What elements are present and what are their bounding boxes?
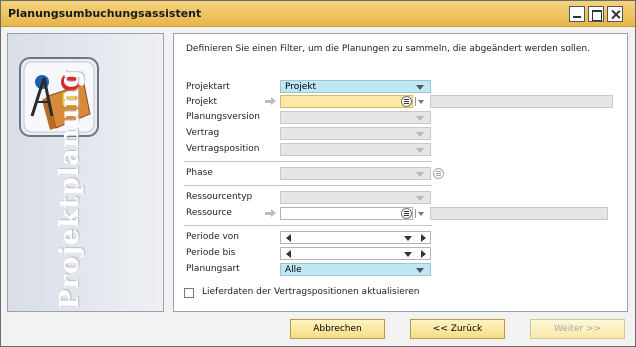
vertragsposition-label: Vertragsposition <box>186 144 260 154</box>
choose-from-list-icon[interactable] <box>401 96 412 107</box>
chevron-down-icon <box>416 196 424 201</box>
back-button-label: << Zurück <box>432 324 483 334</box>
ressource-input[interactable] <box>280 207 413 220</box>
intro-text: Definieren Sie einen Filter, um die Plan… <box>186 44 590 54</box>
next-button[interactable]: Weiter >> <box>530 319 625 339</box>
side-vertical-title: Projektplanung <box>55 68 85 309</box>
minimize-icon[interactable] <box>569 6 585 22</box>
chevron-down-icon <box>416 148 424 153</box>
chevron-down-icon <box>416 132 424 137</box>
divider <box>184 185 432 186</box>
divider <box>184 161 432 162</box>
planungsart-value: Alle <box>285 265 302 275</box>
chevron-down-icon[interactable] <box>404 252 412 257</box>
periode-bis-selector[interactable] <box>280 247 431 260</box>
periode-von-selector[interactable] <box>280 231 431 244</box>
link-arrow-icon[interactable] <box>265 97 276 106</box>
projektart-value: Projekt <box>285 82 317 92</box>
previous-arrow-icon[interactable] <box>286 234 291 242</box>
planungsart-select[interactable]: Alle <box>280 263 431 276</box>
projektart-label: Projektart <box>186 82 230 92</box>
vertrag-select[interactable] <box>280 127 431 140</box>
projekt-name-field <box>430 95 613 108</box>
next-arrow-icon[interactable] <box>421 234 426 242</box>
chevron-down-icon[interactable] <box>404 236 412 241</box>
periode-von-label: Periode von <box>186 232 239 242</box>
phase-label: Phase <box>186 168 213 178</box>
back-button[interactable]: << Zurück <box>410 319 505 339</box>
planungsart-label: Planungsart <box>186 264 240 274</box>
divider <box>415 97 416 106</box>
title-bar[interactable]: Planungsumbuchungsassistent <box>1 1 635 27</box>
close-icon[interactable] <box>607 6 623 22</box>
divider <box>415 209 416 218</box>
ressourcentyp-label: Ressourcentyp <box>186 192 253 202</box>
filter-panel: Definieren Sie einen Filter, um die Plan… <box>173 33 628 312</box>
maximize-icon[interactable] <box>588 6 604 22</box>
divider <box>184 225 432 226</box>
vertragsposition-select[interactable] <box>280 143 431 156</box>
chevron-down-icon <box>416 172 424 177</box>
next-button-label: Weiter >> <box>553 324 602 334</box>
update-delivery-data-checkbox[interactable] <box>184 288 194 298</box>
projekt-label: Projekt <box>186 97 218 107</box>
choose-from-list-icon[interactable] <box>401 208 412 219</box>
chevron-down-icon[interactable] <box>418 100 424 104</box>
cancel-button[interactable]: Abbrechen <box>290 319 385 339</box>
ressourcentyp-select[interactable] <box>280 191 431 204</box>
projektart-select[interactable]: Projekt <box>280 80 431 93</box>
window-title: Planungsumbuchungsassistent <box>8 7 202 20</box>
link-arrow-icon[interactable] <box>265 209 276 218</box>
next-arrow-icon[interactable] <box>421 250 426 258</box>
phase-select[interactable] <box>280 167 431 180</box>
update-delivery-data-label: Lieferdaten der Vertragspositionen aktua… <box>202 287 420 297</box>
chevron-down-icon[interactable] <box>416 268 424 273</box>
previous-arrow-icon[interactable] <box>286 250 291 258</box>
vertrag-label: Vertrag <box>186 128 220 138</box>
projekt-input[interactable] <box>280 95 413 108</box>
wizard-side-panel: Projektplanung <box>7 33 164 312</box>
planungsversion-select[interactable] <box>280 111 431 124</box>
planungsversion-label: Planungsversion <box>186 112 260 122</box>
chevron-down-icon[interactable] <box>416 85 424 90</box>
wizard-window: Planungsumbuchungsassistent Projektplanu… <box>0 0 636 347</box>
chevron-down-icon <box>416 116 424 121</box>
ressource-label: Ressource <box>186 208 232 218</box>
choose-from-list-icon[interactable] <box>433 168 444 179</box>
cancel-button-label: Abbrechen <box>313 324 362 334</box>
ressource-name-field <box>430 207 608 220</box>
chevron-down-icon[interactable] <box>418 212 424 216</box>
periode-bis-label: Periode bis <box>186 248 236 258</box>
